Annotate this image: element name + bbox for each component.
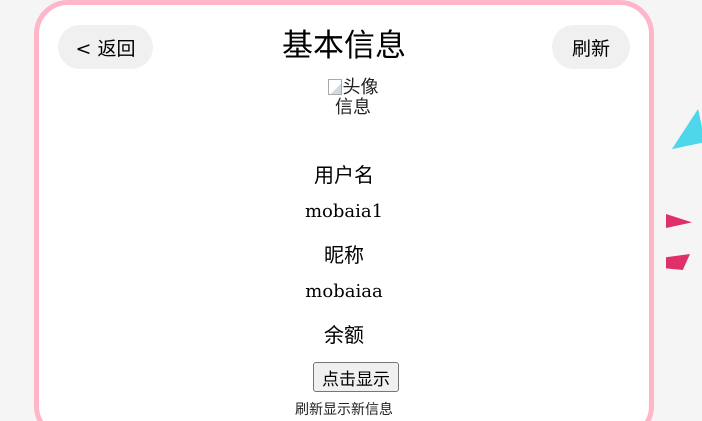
decorative-pink-shape <box>666 214 692 228</box>
balance-label: 余额 <box>324 323 364 347</box>
refresh-button[interactable]: 刷新 <box>552 25 630 69</box>
decorative-pink-shape <box>666 254 690 270</box>
broken-image-icon <box>327 79 342 95</box>
profile-card: < 返回 基本信息 刷新 头像信息 用户名 mobaia1 昵称 mobaiaa… <box>34 0 654 421</box>
decorative-cyan-shape <box>664 108 702 150</box>
app-screen: < 返回 基本信息 刷新 头像信息 用户名 mobaia1 昵称 mobaiaa… <box>0 0 702 421</box>
header: < 返回 基本信息 刷新 <box>39 5 649 87</box>
username-label: 用户名 <box>314 163 374 187</box>
nickname-label: 昵称 <box>324 243 364 267</box>
username-value: mobaia1 <box>304 201 384 222</box>
avatar-alt-text: 头像信息 <box>335 77 379 118</box>
nickname-value: mobaiaa <box>305 281 383 302</box>
avatar: 头像信息 <box>320 78 386 122</box>
refresh-hint: 刷新显示新信息 <box>295 402 393 418</box>
show-balance-button[interactable]: 点击显示 <box>313 362 399 392</box>
